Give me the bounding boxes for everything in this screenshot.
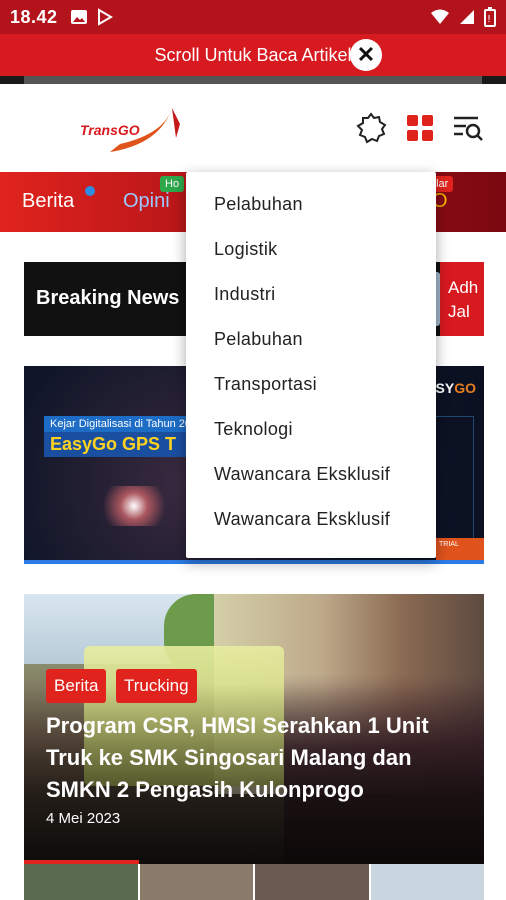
- ad-bottom-bar: [24, 560, 484, 564]
- featured-article-card[interactable]: Berita Trucking Program CSR, HMSI Serahk…: [24, 594, 484, 864]
- dropdown-item-pelabuhan[interactable]: Pelabuhan: [186, 182, 436, 227]
- site-logo[interactable]: TransGO: [80, 104, 190, 160]
- category-dropdown-menu: Pelabuhan Logistik Industri Pelabuhan Tr…: [186, 172, 436, 558]
- play-store-icon: [97, 8, 113, 26]
- status-left-icons: [70, 8, 114, 26]
- image-icon: [70, 10, 87, 24]
- status-right-icons: !: [430, 7, 496, 27]
- svg-text:!: !: [487, 14, 491, 25]
- dropdown-item-logistik[interactable]: Logistik: [186, 227, 436, 272]
- thumbnail-3[interactable]: [255, 864, 369, 900]
- scroll-banner-text: Scroll Untuk Baca Artikel: [154, 44, 352, 65]
- thumbnail-1[interactable]: [24, 864, 138, 900]
- dropdown-item-transportasi[interactable]: Transportasi: [186, 362, 436, 407]
- search-menu-icon[interactable]: [452, 112, 484, 144]
- wifi-icon: [431, 9, 449, 24]
- battery-icon: !: [484, 7, 496, 27]
- scroll-banner[interactable]: Scroll Untuk Baca Artikel ✕: [0, 34, 506, 76]
- dropdown-item-teknologi[interactable]: Teknologi: [186, 407, 436, 452]
- ad-kejar-text: Kejar Digitalisasi di Tahun 202: [44, 416, 204, 432]
- category-berita[interactable]: Berita: [22, 190, 74, 213]
- breaking-news-headline[interactable]: Adh Jal: [440, 262, 484, 336]
- dropdown-item-pelabuhan-2[interactable]: Pelabuhan: [186, 317, 436, 362]
- ad-brand-b: GO: [454, 380, 476, 396]
- theme-toggle-icon[interactable]: [355, 112, 387, 144]
- tag-berita[interactable]: Berita: [46, 669, 107, 703]
- status-time: 18.42: [10, 6, 58, 27]
- ad-device-glow: [94, 486, 174, 526]
- signal-icon: [460, 10, 474, 24]
- hot-badge: Ho: [160, 176, 185, 192]
- article-date: 4 Mei 2023: [46, 810, 121, 827]
- breaking-headline-line2: Jal: [448, 302, 470, 321]
- dropdown-item-wawancara-2[interactable]: Wawancara Eksklusif: [186, 497, 436, 542]
- grid-menu-icon[interactable]: [404, 112, 436, 144]
- category-opini[interactable]: Opini: [123, 190, 170, 213]
- tag-trucking[interactable]: Trucking: [116, 669, 197, 703]
- ad-decoration: [434, 416, 474, 546]
- dropdown-item-industri[interactable]: Industri: [186, 272, 436, 317]
- close-banner-button[interactable]: ✕: [350, 39, 382, 71]
- dropdown-item-wawancara[interactable]: Wawancara Eksklusif: [186, 452, 436, 497]
- article-thumbnails-row: [24, 864, 484, 900]
- article-title[interactable]: Program CSR, HMSI Serahkan 1 Unit Truk k…: [46, 710, 466, 806]
- thumbnail-4[interactable]: [370, 864, 484, 900]
- breaking-headline-line1: Adh: [448, 278, 479, 297]
- status-bar: 18.42 !: [0, 0, 506, 34]
- thumbnail-2[interactable]: [139, 864, 253, 900]
- logo-text: TransGO: [80, 122, 140, 138]
- new-dot: [85, 186, 95, 196]
- breaking-news-label: Breaking News: [36, 287, 180, 309]
- site-header: TransGO: [0, 84, 506, 172]
- close-icon: ✕: [356, 42, 376, 67]
- banner-divider: [0, 76, 506, 84]
